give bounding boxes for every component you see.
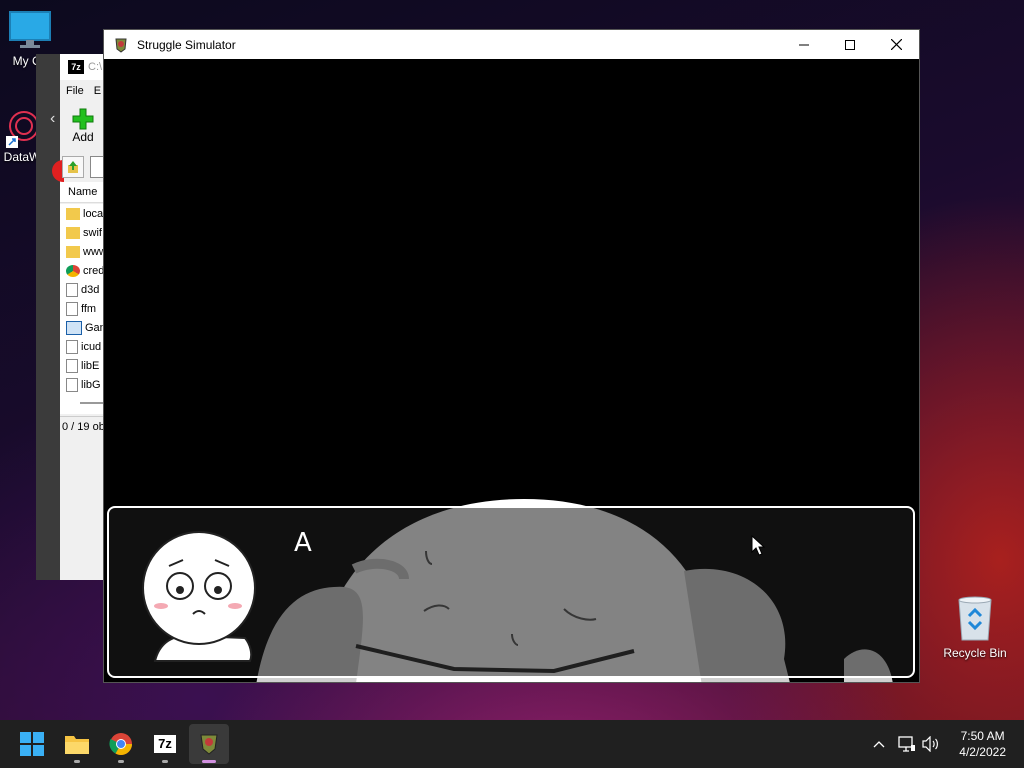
folder-icon	[66, 245, 80, 258]
desktop-icon-recycle-bin[interactable]: Recycle Bin	[940, 596, 1010, 660]
folder-icon	[65, 736, 89, 754]
file-name: swif	[83, 226, 102, 239]
plus-icon	[72, 108, 94, 130]
list-item[interactable]: ffm	[66, 299, 106, 318]
list-item[interactable]: Gan	[66, 318, 106, 337]
speaker-icon	[922, 736, 938, 752]
running-indicator	[118, 760, 124, 763]
file-name: libE	[81, 359, 100, 372]
dll-file-icon	[66, 358, 78, 373]
7zip-menubar: File E	[60, 82, 106, 100]
desktop-icon-label: DataW	[3, 150, 41, 164]
dialogue-box[interactable]: A	[107, 506, 915, 678]
dll-file-icon	[66, 301, 78, 316]
list-item[interactable]: libG	[66, 375, 106, 394]
monitor-icon	[9, 11, 51, 48]
maximize-button[interactable]	[827, 30, 873, 59]
struggle-simulator-app-icon	[115, 38, 127, 53]
network-button[interactable]	[896, 720, 918, 768]
clock-date: 4/2/2022	[959, 745, 1006, 759]
running-indicator	[162, 760, 168, 763]
windows-logo-icon	[20, 732, 44, 756]
volume-button[interactable]	[920, 720, 942, 768]
taskbar-7zip[interactable]: 7z	[145, 724, 185, 764]
start-button[interactable]	[12, 724, 52, 764]
file-name: d3d	[81, 283, 100, 296]
chrome-file-icon	[66, 264, 80, 277]
desktop-icon-label: Recycle Bin	[943, 646, 1007, 660]
struggle-simulator-icon	[200, 734, 218, 755]
back-arrow-icon[interactable]: ‹	[50, 110, 55, 128]
dll-file-icon	[66, 282, 78, 297]
folder-up-icon	[68, 161, 78, 173]
game-window[interactable]: Struggle Simulator A	[103, 29, 920, 683]
game-stage[interactable]: A	[104, 59, 919, 682]
file-name: ffm	[81, 302, 97, 315]
minimize-button[interactable]	[781, 30, 827, 59]
column-name-label: Name	[68, 186, 98, 198]
window-title: Struggle Simulator	[137, 37, 236, 52]
folder-icon	[66, 207, 80, 220]
status-bar: 0 / 19 ob	[60, 416, 106, 437]
list-item[interactable]: cred	[66, 261, 106, 280]
7zip-icon: 7z	[154, 735, 176, 753]
game-titlebar[interactable]: Struggle Simulator	[104, 30, 919, 59]
taskbar-chrome[interactable]	[101, 724, 141, 764]
file-name: loca	[83, 207, 104, 220]
chrome-icon	[109, 733, 132, 755]
dll-file-icon	[66, 377, 78, 392]
add-label: Add	[72, 130, 94, 144]
recycle-bin-icon	[958, 596, 992, 641]
datawrangler-icon	[6, 111, 39, 148]
list-item[interactable]: libE	[66, 356, 106, 375]
folder-up-button[interactable]	[62, 156, 84, 178]
maximize-icon	[845, 39, 855, 50]
taskbar-struggle-simulator[interactable]	[189, 724, 229, 764]
file-name: libG	[81, 378, 101, 391]
column-header-name[interactable]: Name	[60, 182, 106, 203]
network-icon	[898, 736, 915, 752]
7zip-title-text: C:\	[88, 61, 103, 73]
menu-file[interactable]: File	[66, 85, 84, 97]
7zip-titlebar[interactable]: 7z C:\	[60, 54, 106, 80]
file-name: icud	[81, 340, 102, 353]
add-button[interactable]: Add	[68, 108, 98, 148]
7zip-window[interactable]: 7z C:\ File E Add ‹ Name loca swif www c…	[36, 54, 108, 580]
minimize-icon	[799, 44, 809, 45]
7zip-app-icon: 7z	[68, 60, 84, 74]
show-hidden-icons-button[interactable]	[868, 720, 890, 768]
speaker-portrait-icon	[142, 531, 256, 662]
close-icon	[890, 39, 902, 50]
list-item[interactable]: loca	[66, 204, 106, 223]
clock[interactable]: 7:50 AM 4/2/2022	[959, 728, 1006, 760]
menu-edit[interactable]: E	[94, 85, 101, 97]
clock-time: 7:50 AM	[960, 729, 1005, 743]
close-button[interactable]	[873, 30, 919, 59]
blank-file-icon	[66, 339, 78, 354]
taskbar-file-explorer[interactable]	[57, 724, 97, 764]
active-indicator	[202, 760, 216, 763]
running-indicator	[74, 760, 80, 763]
folder-icon	[66, 226, 80, 239]
status-text: 0 / 19 ob	[62, 421, 105, 433]
mouse-cursor-icon	[751, 535, 765, 556]
speaker-name: A	[294, 528, 312, 558]
list-item[interactable]: icud	[66, 337, 106, 356]
chevron-up-icon	[873, 741, 885, 748]
taskbar: 7z 7:50 AM 4/2/2022	[0, 720, 1024, 768]
list-item[interactable]: www	[66, 242, 106, 261]
file-list[interactable]: loca swif www cred d3d ffm Gan icud libE…	[60, 204, 106, 414]
file-name: cred	[83, 264, 105, 277]
exe-file-icon	[66, 320, 82, 335]
list-item[interactable]: swif	[66, 223, 106, 242]
list-item[interactable]: d3d	[66, 280, 106, 299]
